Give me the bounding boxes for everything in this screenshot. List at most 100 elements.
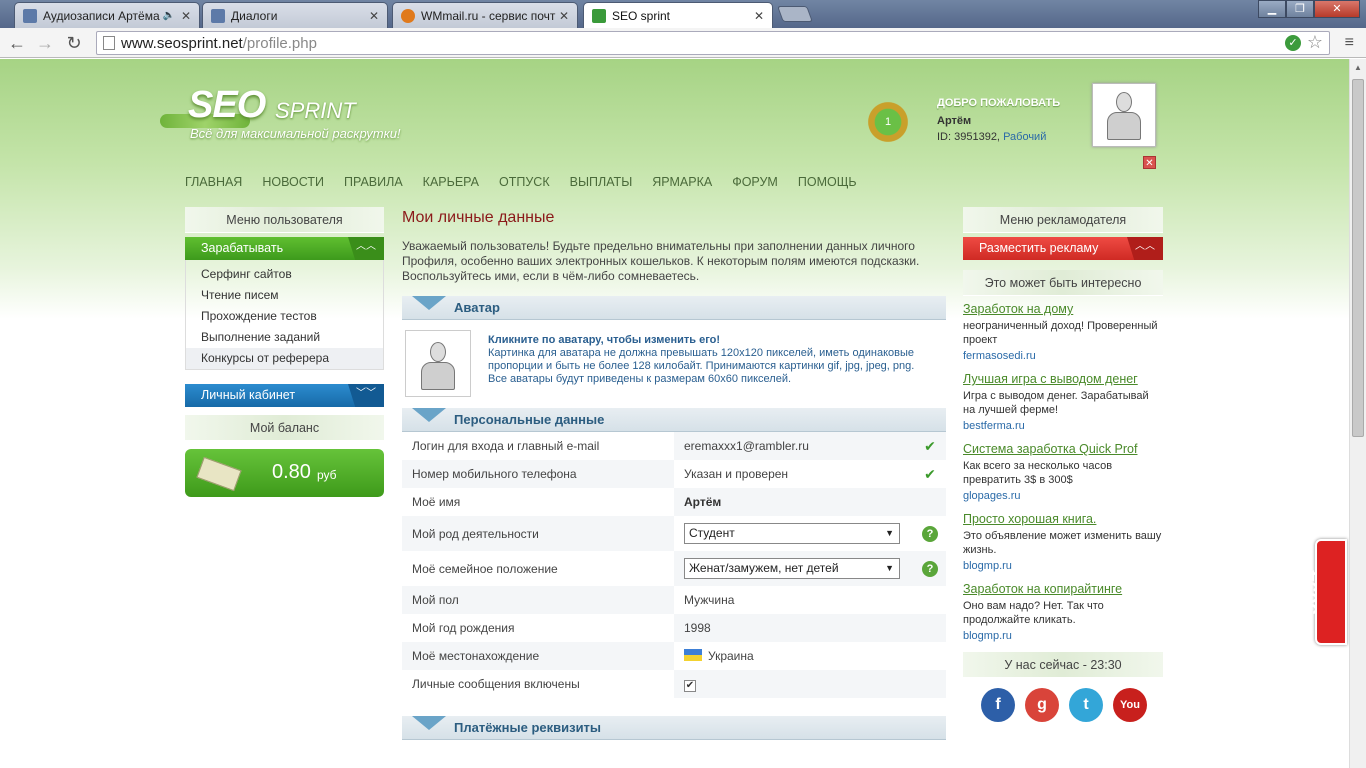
url-domain: www.seosprint.net <box>121 35 243 52</box>
ad-item: Система заработка Quick Prof Как всего з… <box>963 442 1163 502</box>
name-value: Артём <box>674 488 914 516</box>
level-medal-icon[interactable]: 1 <box>865 99 911 145</box>
cabinet-label: Личный кабинет <box>201 388 296 402</box>
tab-close-icon[interactable]: ✕ <box>754 9 764 23</box>
checkbox-mark: ✔ <box>685 679 695 691</box>
field-label: Логин для входа и главный e-mail <box>402 432 674 460</box>
table-row: Логин для входа и главный e-mail eremaxx… <box>402 432 946 460</box>
tab-close-icon[interactable]: ✕ <box>369 9 379 23</box>
site-logo[interactable]: SEO SPRINT Всё для максимальной раскрутк… <box>160 84 401 154</box>
nav-payouts[interactable]: ВЫПЛАТЫ <box>570 175 633 189</box>
nav-vacation[interactable]: ОТПУСК <box>499 175 550 189</box>
field-label: Личные сообщения включены <box>402 670 674 698</box>
menu-item-tests[interactable]: Прохождение тестов <box>186 306 383 327</box>
url-text[interactable]: www.seosprint.net/profile.php <box>121 35 317 52</box>
tab-close-icon[interactable]: ✕ <box>559 9 569 23</box>
balance-box[interactable]: 0.80 руб <box>185 449 384 497</box>
top-navigation: ГЛАВНАЯ НОВОСТИ ПРАВИЛА КАРЬЕРА ОТПУСК В… <box>185 175 877 189</box>
menu-item-mail[interactable]: Чтение писем <box>186 285 383 306</box>
ad-item: Заработок на копирайтинге Оно вам надо? … <box>963 582 1163 642</box>
tab-close-icon[interactable]: ✕ <box>181 9 191 23</box>
page-scrollbar[interactable]: ▲ <box>1349 59 1366 768</box>
menu-item-surfing[interactable]: Серфинг сайтов <box>186 264 383 285</box>
family-status-select[interactable]: Женат/замужем, нет детей <box>684 558 900 579</box>
back-icon[interactable]: ← <box>6 33 28 54</box>
side-widget-tab[interactable]: 5694 <box>1300 539 1347 645</box>
avatar-hint: Кликните по аватару, чтобы изменить его!… <box>488 334 928 386</box>
tab-label: Аудиозаписи Артёма <box>43 8 160 23</box>
help-icon[interactable]: ? <box>922 525 938 542</box>
ukraine-flag-icon <box>684 649 702 661</box>
table-row: Моё семейное положение Женат/замужем, не… <box>402 551 946 586</box>
avatar-person-icon <box>418 340 458 392</box>
place-ad-button[interactable]: Разместить рекламу ︿︿ <box>963 237 1163 260</box>
intro-text: Уважаемый пользователь! Будьте предельно… <box>402 239 920 283</box>
youtube-icon[interactable]: You <box>1113 688 1147 722</box>
ad-title-link[interactable]: Заработок на дому <box>963 302 1163 316</box>
section-triangle-icon <box>412 296 446 310</box>
tab-favicon <box>592 9 606 23</box>
browser-tab-wmmail[interactable]: WMmail.ru - сервис почт ✕ <box>392 2 578 28</box>
new-tab-button[interactable] <box>777 6 813 22</box>
facebook-icon[interactable]: f <box>981 688 1015 722</box>
help-icon[interactable]: ? <box>922 560 938 577</box>
address-bar[interactable]: www.seosprint.net/profile.php ✓ ☆ <box>96 31 1330 55</box>
balance-amount: 0.80 <box>272 461 311 483</box>
bookmark-star-icon[interactable]: ☆ <box>1307 32 1323 53</box>
field-label: Моё местонахождение <box>402 642 674 670</box>
earn-menu-header[interactable]: Зарабатывать ︿︿ <box>185 237 384 260</box>
browser-menu-icon[interactable]: ≡ <box>1345 34 1354 52</box>
social-links: f g t You <box>963 688 1163 722</box>
ad-title-link[interactable]: Система заработка Quick Prof <box>963 442 1163 456</box>
scroll-up-icon[interactable]: ▲ <box>1354 63 1362 72</box>
logo-seo: SEO <box>188 84 266 126</box>
left-sidebar: Меню пользователя Зарабатывать ︿︿ Серфинг… <box>185 207 384 497</box>
nav-career[interactable]: КАРЬЕРА <box>423 175 479 189</box>
messages-checkbox[interactable]: ✔ <box>684 679 696 692</box>
menu-item-contests[interactable]: Конкурсы от реферера <box>186 348 383 369</box>
google-icon[interactable]: g <box>1025 688 1059 722</box>
table-row: Мой род деятельности Студент ? <box>402 516 946 551</box>
browser-tab-bar: Аудиозаписи Артёма 🔈 ✕ Диалоги ✕ WMmail.… <box>0 0 1366 29</box>
ad-title-link[interactable]: Заработок на копирайтинге <box>963 582 1163 596</box>
side-widget-count: 5694 <box>1299 570 1322 615</box>
ad-item: Заработок на дому неограниченный доход! … <box>963 302 1163 362</box>
nav-main[interactable]: ГЛАВНАЯ <box>185 175 242 189</box>
browser-tab-dialogs[interactable]: Диалоги ✕ <box>202 2 388 28</box>
maximize-icon[interactable]: ❐ <box>1286 0 1314 18</box>
nav-news[interactable]: НОВОСТИ <box>262 175 324 189</box>
chevron-up-icon: ︿︿ <box>1127 237 1163 260</box>
reload-icon[interactable]: ↻ <box>63 33 85 54</box>
header-avatar[interactable] <box>1092 83 1156 147</box>
ad-site: glopages.ru <box>963 490 1021 502</box>
tab-label: WMmail.ru - сервис почт <box>421 8 556 23</box>
table-row: Мой пол Мужчина <box>402 586 946 614</box>
browser-tab-seosprint[interactable]: SEO sprint ✕ <box>583 2 773 29</box>
twitter-icon[interactable]: t <box>1069 688 1103 722</box>
menu-item-tasks[interactable]: Выполнение заданий <box>186 327 383 348</box>
user-status-link[interactable]: Рабочий <box>1003 131 1046 143</box>
nav-fair[interactable]: ЯРМАРКА <box>652 175 712 189</box>
scroll-thumb[interactable] <box>1352 79 1364 437</box>
ad-title-link[interactable]: Просто хорошая книга. <box>963 512 1163 526</box>
forward-icon[interactable]: → <box>34 33 56 54</box>
minimize-icon[interactable]: ▁ <box>1258 0 1286 18</box>
cabinet-menu-header[interactable]: Личный кабинет ﹀﹀ <box>185 384 384 407</box>
logout-close-icon[interactable]: ✕ <box>1143 156 1156 169</box>
window-close-icon[interactable]: ✕ <box>1314 0 1360 18</box>
section-triangle-icon <box>412 408 446 422</box>
nav-help[interactable]: ПОМОЩЬ <box>798 175 857 189</box>
tab-label: Диалоги <box>231 8 278 23</box>
section-avatar: Аватар <box>402 296 946 320</box>
logo-sprint: SPRINT <box>275 98 356 123</box>
table-row: Номер мобильного телефона Указан и прове… <box>402 460 946 488</box>
browser-tab-audio[interactable]: Аудиозаписи Артёма 🔈 ✕ <box>14 2 200 28</box>
nav-forum[interactable]: ФОРУМ <box>732 175 778 189</box>
section-title: Аватар <box>454 300 500 315</box>
ad-title-link[interactable]: Лучшая игра с выводом денег <box>963 372 1163 386</box>
security-check-icon[interactable]: ✓ <box>1285 35 1301 51</box>
profile-avatar[interactable] <box>405 330 471 397</box>
occupation-select[interactable]: Студент <box>684 523 900 544</box>
nav-rules[interactable]: ПРАВИЛА <box>344 175 403 189</box>
ad-item: Лучшая игра с выводом денег Игра с вывод… <box>963 372 1163 432</box>
